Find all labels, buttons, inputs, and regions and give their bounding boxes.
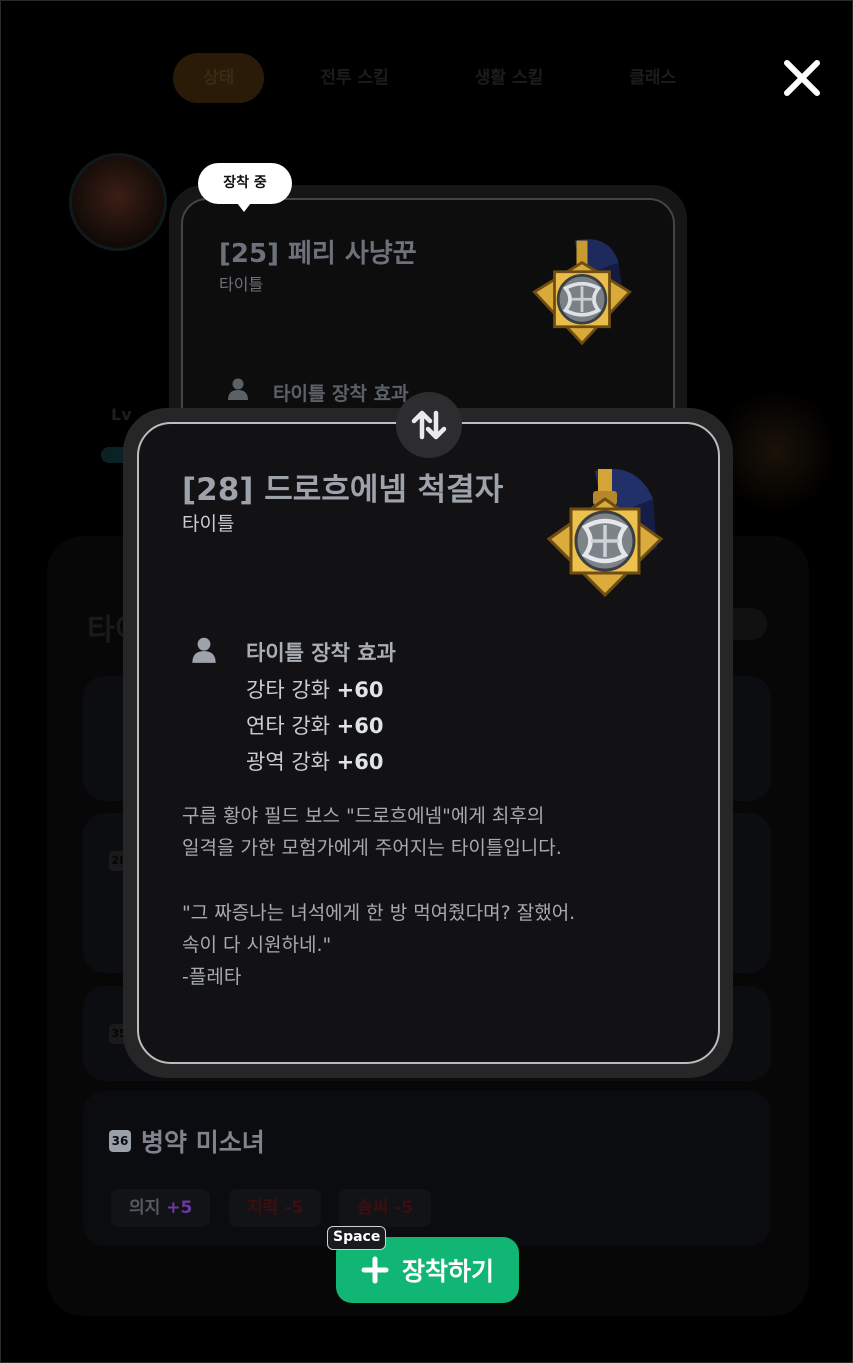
- equipped-badge: 장착 중: [198, 163, 292, 212]
- background-decoration: [721, 381, 831, 521]
- stat-chip: 솜씨 -5: [339, 1189, 432, 1227]
- description-line: 속이 다 시원하네.": [182, 934, 332, 956]
- title-number-badge: 36: [109, 1130, 131, 1152]
- equipped-title-category: 타이틀: [219, 275, 264, 294]
- swap-button[interactable]: [396, 392, 462, 458]
- tab-class: 클래스: [629, 68, 677, 88]
- medal-icon: [545, 465, 665, 603]
- selected-effect-label: 타이틀 장착 효과: [246, 641, 396, 665]
- tab-combat-skill: 전투 스킬: [320, 68, 389, 88]
- person-icon: [227, 377, 249, 405]
- description-line: -플레타: [182, 966, 242, 988]
- list-item-title: 병약 미소녀: [141, 1128, 265, 1157]
- background-tab-bar: 상태 전투 스킬 생활 스킬 클래스: [173, 53, 706, 103]
- equipped-title-name: [25] 페리 사냥꾼: [219, 239, 417, 269]
- title-detail-overlay: 상태 전투 스킬 생활 스킬 클래스 Lv 타이 28 35 36 병약 미소녀…: [0, 0, 853, 1363]
- effect-line: 강타 강화 +60: [246, 678, 384, 702]
- description-line: "그 짜증나는 녀석에게 한 방 먹여줬다며? 잘했어.: [182, 902, 576, 924]
- person-icon: [191, 636, 217, 668]
- equipped-effect-label: 타이틀 장착 효과: [273, 383, 409, 405]
- effect-line: 광역 강화 +60: [246, 750, 384, 774]
- tab-life-skill: 생활 스킬: [474, 68, 544, 88]
- stat-chip: 지력 -5: [229, 1189, 322, 1227]
- swap-vertical-icon: [411, 410, 447, 440]
- selected-title-name: [28] 드로흐에넴 척결자: [182, 472, 504, 508]
- close-icon[interactable]: [781, 57, 823, 99]
- description-line: 구름 황야 필드 보스 "드로흐에넴"에게 최후의: [182, 805, 545, 827]
- tab-status: 상태: [173, 53, 265, 103]
- description-line: 일격을 가한 모험가에게 주어지는 타이틀입니다.: [182, 837, 562, 859]
- effect-line: 연타 강화 +60: [246, 714, 384, 738]
- medal-icon: [527, 235, 637, 351]
- equip-button-label: 장착하기: [402, 1257, 495, 1286]
- character-avatar: [69, 153, 167, 251]
- level-label: Lv: [111, 405, 132, 424]
- shortcut-key-badge: Space: [327, 1226, 387, 1250]
- selected-title-category: 타이틀: [182, 513, 235, 535]
- stat-chip: 의지 +5: [111, 1189, 211, 1227]
- plus-icon: [361, 1256, 389, 1284]
